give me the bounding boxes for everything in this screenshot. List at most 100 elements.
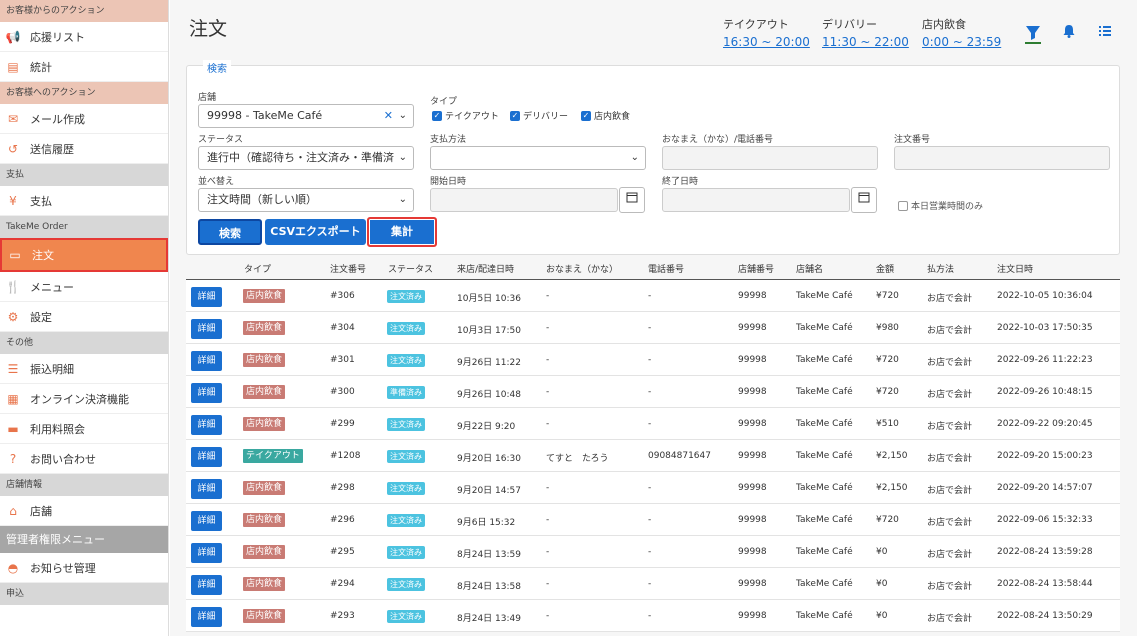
ordered-at-cell: 2022-08-24 13:59:28 <box>997 547 1093 557</box>
chart-icon: ▤ <box>7 59 19 74</box>
sidebar-item[interactable]: ▭ 注文 <box>0 238 168 272</box>
status-badge: 注文済み <box>387 578 425 591</box>
sidebar-item-label: 注文 <box>32 249 54 262</box>
type-dine-in-checkbox[interactable]: ✓ 店内飲食 <box>581 109 630 122</box>
store-number-cell: 99998 <box>738 579 767 589</box>
amount-cell: ¥2,150 <box>876 483 908 493</box>
detail-button[interactable]: 詳細 <box>191 511 222 531</box>
name-phone-input[interactable] <box>662 146 878 170</box>
visit-time-cell: 9月20日 16:30 <box>457 454 521 464</box>
store-name-cell: TakeMe Café <box>796 291 853 301</box>
dine-in-hours-label: 店内飲食 <box>922 18 966 31</box>
phone-cell: - <box>648 611 652 621</box>
table-row: 詳細 店内飲食 注文済み #296 9月6日 15:32 - - 99998 TakeMe Ca… <box>186 504 1120 536</box>
ordered-at-cell: 2022-09-26 10:48:15 <box>997 387 1093 397</box>
status-select[interactable]: 進行中（確認待ち・注文済み・準備済 ⌄ <box>198 146 414 170</box>
aggregate-button[interactable]: 集計 <box>367 217 437 247</box>
detail-button[interactable]: 詳細 <box>191 447 222 467</box>
amount-cell: ¥720 <box>876 355 899 365</box>
status-badge: 注文済み <box>387 418 425 431</box>
detail-button[interactable]: 詳細 <box>191 607 222 627</box>
payment-select[interactable]: ⌄ <box>430 146 646 170</box>
amount-cell: ¥510 <box>876 419 899 429</box>
phone-cell: - <box>648 419 652 429</box>
amount-cell: ¥0 <box>876 579 888 589</box>
dine-in-hours-link[interactable]: 0:00 ~ 23:59 <box>922 35 1001 49</box>
phone-cell: - <box>648 291 652 301</box>
col-amount: 金額 <box>876 265 895 275</box>
visit-time-cell: 8月24日 13:49 <box>457 614 521 624</box>
sidebar: お客様からのアクション 📢 応援リスト ▤ 統計 お客様へのアクション ✉ メール作成 ↺ 送信履… <box>0 0 169 636</box>
sidebar-item-label: 支払 <box>30 194 52 208</box>
order-number-cell: #295 <box>330 547 355 557</box>
detail-button[interactable]: 詳細 <box>191 383 222 403</box>
bell-icon[interactable] <box>1061 24 1077 40</box>
sidebar-section-header: 管理者権限メニュー <box>0 526 168 553</box>
payment-cell: お店で会計 <box>927 326 973 336</box>
name-cell: - <box>546 419 550 429</box>
order-number-cell: #300 <box>330 387 355 397</box>
store-label: 店舗 <box>198 93 217 103</box>
order-number-input[interactable] <box>894 146 1110 170</box>
store-select[interactable]: 99998 - TakeMe Café ✕ ⌄ <box>198 104 414 128</box>
sidebar-item[interactable]: ▦ オンライン決済機能 <box>0 384 168 414</box>
detail-button[interactable]: 詳細 <box>191 479 222 499</box>
sidebar-item[interactable]: ¥ 支払 <box>0 186 168 216</box>
csv-export-button[interactable]: CSVエクスポート <box>265 219 366 245</box>
chevron-down-icon: ⌄ <box>398 110 407 121</box>
sidebar-item[interactable]: 📢 応援リスト <box>0 22 168 52</box>
checkbox-checked-icon: ✓ <box>510 110 520 121</box>
sidebar-section-header: その他 <box>0 332 168 354</box>
search-button[interactable]: 検索 <box>198 219 262 245</box>
end-date-input[interactable] <box>662 188 850 212</box>
sort-select[interactable]: 注文時間（新しい順） ⌄ <box>198 188 414 212</box>
detail-button[interactable]: 詳細 <box>191 415 222 435</box>
detail-button[interactable]: 詳細 <box>191 575 222 595</box>
col-type: タイプ <box>244 265 272 275</box>
ordered-at-cell: 2022-09-06 15:32:33 <box>997 515 1093 525</box>
detail-button[interactable]: 詳細 <box>191 351 222 371</box>
type-dine-in-label: 店内飲食 <box>594 112 631 122</box>
takeout-hours-link[interactable]: 16:30 ~ 20:00 <box>723 35 810 49</box>
amount-cell: ¥980 <box>876 323 899 333</box>
visit-time-cell: 9月6日 15:32 <box>457 518 516 528</box>
amount-cell: ¥2,150 <box>876 451 908 461</box>
store-number-cell: 99998 <box>738 451 767 461</box>
detail-button[interactable]: 詳細 <box>191 543 222 563</box>
sidebar-item[interactable]: ⚙ 設定 <box>0 302 168 332</box>
store-name-cell: TakeMe Café <box>796 579 853 589</box>
start-date-input[interactable] <box>430 188 618 212</box>
chevron-down-icon: ⌄ <box>630 152 639 163</box>
list-menu-icon[interactable] <box>1097 24 1113 40</box>
main-content: 注文 テイクアウト 16:30 ~ 20:00 デリバリー 11:30 ~ 22… <box>170 0 1137 636</box>
filter-icon[interactable] <box>1025 24 1041 44</box>
sidebar-item[interactable]: ↺ 送信履歴 <box>0 134 168 164</box>
type-delivery-checkbox[interactable]: ✓ デリバリー <box>510 109 568 122</box>
sidebar-item[interactable]: ▤ 統計 <box>0 52 168 82</box>
calendar-icon[interactable] <box>619 187 645 213</box>
detail-button[interactable]: 詳細 <box>191 287 222 307</box>
sidebar-item[interactable]: ? お問い合わせ <box>0 444 168 474</box>
sidebar-item[interactable]: 🍴 メニュー <box>0 272 168 302</box>
delivery-hours-link[interactable]: 11:30 ~ 22:00 <box>822 35 909 49</box>
table-row: 詳細 店内飲食 注文済み #304 10月3日 17:50 - - 99998 TakeMe C… <box>186 312 1120 344</box>
checkbox-unchecked-icon <box>898 200 908 211</box>
gear-icon: ⚙ <box>7 309 19 324</box>
sidebar-section-header: 申込 <box>0 583 168 605</box>
col-ordered-at: 注文日時 <box>997 265 1034 275</box>
calendar-icon[interactable] <box>851 187 877 213</box>
status-badge: 注文済み <box>387 482 425 495</box>
chevron-down-icon: ⌄ <box>398 194 407 205</box>
table-body: 詳細 店内飲食 注文済み #306 10月5日 10:36- -99998 TakeMe C… <box>186 280 1120 632</box>
clear-icon[interactable]: ✕ <box>384 105 393 127</box>
sidebar-item[interactable]: ⌂ 店舗 <box>0 496 168 526</box>
sidebar-item[interactable]: ▬ 利用料照会 <box>0 414 168 444</box>
sidebar-item[interactable]: ✉ メール作成 <box>0 104 168 134</box>
sidebar-item[interactable]: ☰ 振込明細 <box>0 354 168 384</box>
checkbox-checked-icon: ✓ <box>432 110 442 121</box>
today-only-checkbox[interactable]: 本日営業時間のみ <box>898 199 983 212</box>
type-takeout-checkbox[interactable]: ✓ テイクアウト <box>432 109 499 122</box>
sidebar-item[interactable]: ◓ お知らせ管理 <box>0 553 168 583</box>
store-select-value: 99998 - TakeMe Café <box>207 109 323 122</box>
detail-button[interactable]: 詳細 <box>191 319 222 339</box>
